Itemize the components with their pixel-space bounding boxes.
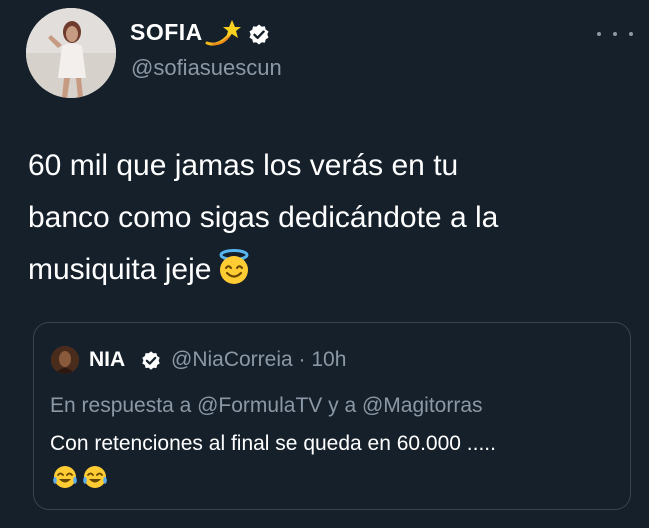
avatar[interactable] bbox=[26, 8, 116, 98]
face-with-tears-of-joy-icon bbox=[53, 466, 77, 488]
quoted-avatar[interactable] bbox=[51, 346, 79, 374]
verified-badge-icon bbox=[142, 351, 160, 370]
quoted-author-handle[interactable]: @NiaCorreia bbox=[171, 348, 293, 371]
tweet-text: 60 mil que jamas los verás en tu banco c… bbox=[28, 140, 628, 296]
tweet: SOFIA @sofiasuescun 60 mil que jamas los… bbox=[0, 0, 649, 528]
reply-prefix: En respuesta a bbox=[50, 394, 192, 417]
more-options-icon[interactable] bbox=[597, 24, 633, 44]
author-name[interactable]: SOFIA bbox=[130, 19, 203, 46]
verified-badge-icon bbox=[249, 24, 269, 45]
author-handle[interactable]: @sofiasuescun bbox=[131, 55, 282, 81]
tweet-text-line: 60 mil que jamas los verás en tu bbox=[28, 149, 459, 182]
reply-joiner: y a bbox=[328, 394, 357, 417]
face-with-tears-of-joy-icon bbox=[83, 466, 107, 488]
quoted-emojis bbox=[52, 464, 108, 490]
quoted-text: Con retenciones al final se queda en 60.… bbox=[50, 432, 496, 455]
tweet-text-line: musiquita jeje bbox=[28, 244, 628, 296]
quoted-tweet[interactable]: NIA @NiaCorreia · 10h En respuesta a @Fo… bbox=[33, 322, 631, 510]
quoted-meta: @NiaCorreia · 10h bbox=[171, 348, 346, 372]
quoted-author-name[interactable]: NIA bbox=[89, 348, 125, 372]
smiling-face-with-halo-icon bbox=[219, 249, 249, 284]
tweet-text-line: banco como sigas dedicándote a la bbox=[28, 201, 499, 234]
meta-separator: · bbox=[292, 348, 312, 371]
profile-photo bbox=[26, 8, 116, 98]
reply-context: En respuesta a @FormulaTV y a @Magitorra… bbox=[50, 394, 483, 418]
reply-mention-formulatv[interactable]: @FormulaTV bbox=[197, 394, 322, 417]
dizzy-icon bbox=[205, 20, 241, 46]
reply-mention-magitorras[interactable]: @Magitorras bbox=[362, 394, 483, 417]
quoted-profile-photo bbox=[51, 346, 79, 374]
quoted-timestamp[interactable]: 10h bbox=[311, 348, 346, 371]
